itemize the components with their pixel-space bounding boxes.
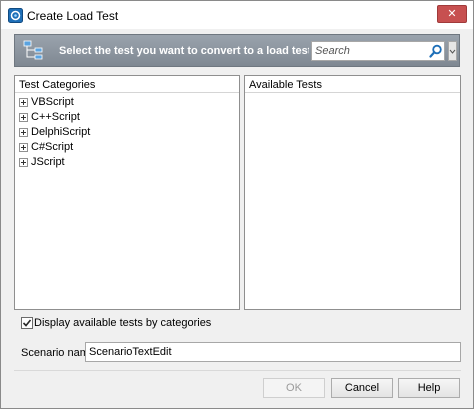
scenario-name-input[interactable]	[85, 342, 461, 362]
banner-instruction: Select the test you want to convert to a…	[59, 45, 309, 57]
search-box	[311, 41, 445, 61]
search-input[interactable]	[312, 42, 424, 60]
display-by-categories-checkbox[interactable]	[21, 317, 33, 329]
title-bar: Create Load Test ✕	[1, 1, 473, 29]
expand-icon[interactable]	[19, 98, 28, 107]
available-tests-panel[interactable]: Available Tests	[244, 75, 461, 310]
close-button[interactable]: ✕	[437, 5, 467, 23]
tree-item-vbscript[interactable]: VBScript	[18, 95, 239, 110]
search-options-dropdown[interactable]	[448, 41, 457, 61]
help-button[interactable]: Help	[398, 378, 460, 398]
tree-structure-icon	[22, 39, 46, 63]
ok-button[interactable]: OK	[263, 378, 325, 398]
display-by-categories-label: Display available tests by categories	[34, 317, 212, 329]
expand-icon[interactable]	[19, 158, 28, 167]
tree-item-label: DelphiScript	[31, 126, 91, 138]
test-categories-panel: Test Categories VBScript C++Script Delph…	[14, 75, 240, 310]
tree-item-label: JScript	[31, 156, 65, 168]
expand-icon[interactable]	[19, 128, 28, 137]
expand-icon[interactable]	[19, 113, 28, 122]
tree-item-delphiscript[interactable]: DelphiScript	[18, 125, 239, 140]
tree-item-csharpscript[interactable]: C#Script	[18, 140, 239, 155]
tree-item-label: C#Script	[31, 141, 74, 153]
tree-item-cppscript[interactable]: C++Script	[18, 110, 239, 125]
expand-icon[interactable]	[19, 143, 28, 152]
available-tests-header: Available Tests	[245, 76, 460, 93]
categories-tree: VBScript C++Script DelphiScript C#Script…	[15, 93, 239, 170]
cancel-button[interactable]: Cancel	[331, 378, 393, 398]
test-categories-header: Test Categories	[15, 76, 239, 93]
tree-item-jscript[interactable]: JScript	[18, 155, 239, 170]
footer-divider	[14, 370, 461, 371]
create-load-test-dialog: Create Load Test ✕ Select the test you w…	[0, 0, 474, 409]
chevron-down-icon	[449, 49, 456, 54]
close-icon: ✕	[447, 8, 457, 20]
tree-item-label: C++Script	[31, 111, 80, 123]
header-banner: Select the test you want to convert to a…	[14, 34, 460, 67]
checkmark-icon	[22, 319, 32, 327]
window-title: Create Load Test	[27, 9, 119, 23]
app-icon	[8, 8, 23, 23]
search-icon[interactable]	[429, 44, 443, 58]
tree-item-label: VBScript	[31, 96, 74, 108]
